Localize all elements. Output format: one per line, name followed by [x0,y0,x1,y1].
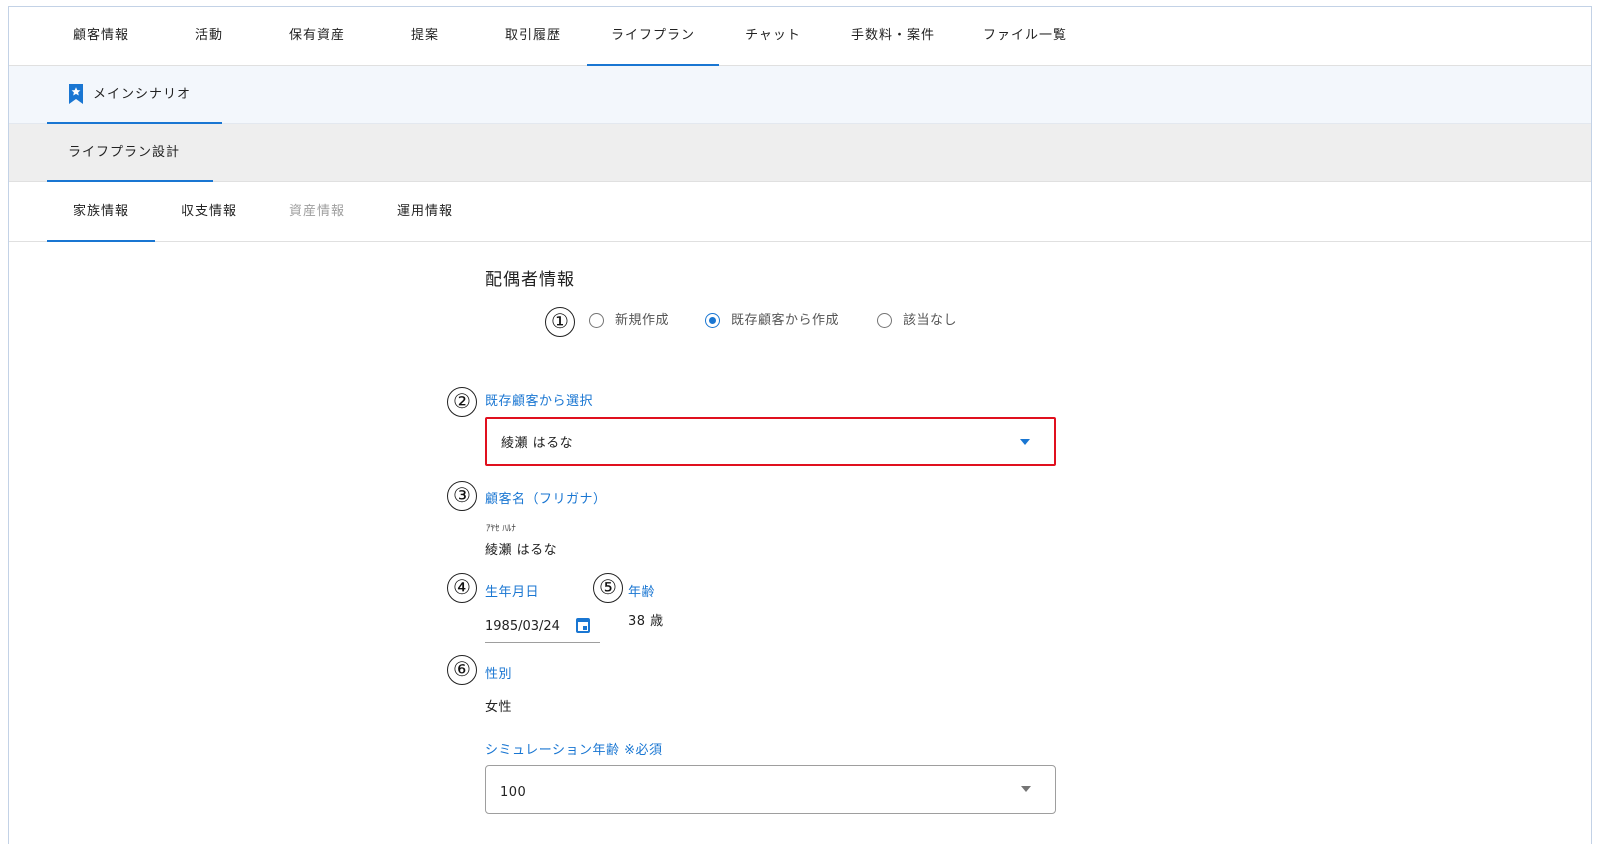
tab-activity[interactable]: 活動 [155,7,263,66]
simulation-age-select[interactable]: 100 [485,765,1056,814]
tab-family-info[interactable]: 家族情報 [47,182,155,242]
customer-name-furigana: ｱﾔｾ ﾊﾙﾅ [486,524,516,534]
annotation-marker-6: ⑥ [447,655,477,685]
scenario-label: メインシナリオ [93,87,192,102]
birthdate-value: 1985/03/24 [485,619,560,634]
annotation-marker-3: ③ [447,481,477,511]
annotation-marker-2: ② [447,387,477,417]
tab-file-list[interactable]: ファイル一覧 [959,7,1091,66]
tab-customer-info[interactable]: 顧客情報 [47,7,155,66]
tab-investment-info[interactable]: 運用情報 [371,182,479,242]
age-label: 年齢 [628,585,656,600]
radio-unchecked-icon [877,313,892,328]
radio-unchecked-icon [589,313,604,328]
tab-proposal[interactable]: 提案 [371,7,479,66]
customer-name-label: 顧客名（フリガナ） [485,492,607,507]
simulation-age-value: 100 [500,785,527,800]
tab-life-plan[interactable]: ライフプラン [587,7,719,66]
tab-chat[interactable]: チャット [719,7,827,66]
radio-label: 既存顧客から作成 [731,313,840,328]
existing-customer-label: 既存顧客から選択 [485,394,594,409]
scenario-tab-main[interactable]: メインシナリオ [47,66,222,124]
tab-transaction-history[interactable]: 取引履歴 [479,7,587,66]
calendar-icon[interactable] [576,618,590,633]
existing-customer-value: 綾瀬 はるな [501,436,574,451]
annotation-marker-1: ① [545,307,575,337]
app-frame: 顧客情報 活動 保有資産 提案 取引履歴 ライフプラン チャット 手数料・案件 … [8,6,1592,844]
tab-holdings[interactable]: 保有資産 [263,7,371,66]
birthdate-label: 生年月日 [485,585,540,600]
gender-label: 性別 [485,667,513,682]
customer-name-value: 綾瀬 はるな [485,543,558,558]
design-bar: ライフプラン設計 [9,124,1591,182]
tab-income-expense[interactable]: 収支情報 [155,182,263,242]
tab-asset-info: 資産情報 [288,204,345,219]
bookmark-star-icon [69,84,83,104]
gender-value: 女性 [485,700,513,715]
radio-new[interactable]: 新規作成 [589,309,689,333]
age-value: 38 歳 [628,614,664,629]
chevron-down-icon [1020,439,1030,445]
chevron-down-icon [1021,786,1031,792]
section-title: 配偶者情報 [485,270,575,290]
radio-checked-icon [705,313,720,328]
top-tab-bar: 顧客情報 活動 保有資産 提案 取引履歴 ライフプラン チャット 手数料・案件 … [9,7,1591,66]
simulation-age-label: シミュレーション年齢 ※必須 [485,743,663,758]
existing-customer-select[interactable]: 綾瀬 はるな [485,417,1056,466]
annotation-marker-4: ④ [447,573,477,603]
radio-from-existing[interactable]: 既存顧客から作成 [705,309,860,333]
annotation-marker-5: ⑤ [593,573,623,603]
sub-tab-bar: 家族情報 収支情報 資産情報 運用情報 [9,182,1591,242]
tab-fees-cases[interactable]: 手数料・案件 [827,7,959,66]
radio-label: 該当なし [903,313,958,328]
tab-life-plan-design[interactable]: ライフプラン設計 [47,124,213,182]
birthdate-input[interactable]: 1985/03/24 [485,613,600,643]
radio-none[interactable]: 該当なし [877,309,977,333]
radio-label: 新規作成 [615,313,670,328]
scenario-bar: メインシナリオ [9,66,1591,124]
